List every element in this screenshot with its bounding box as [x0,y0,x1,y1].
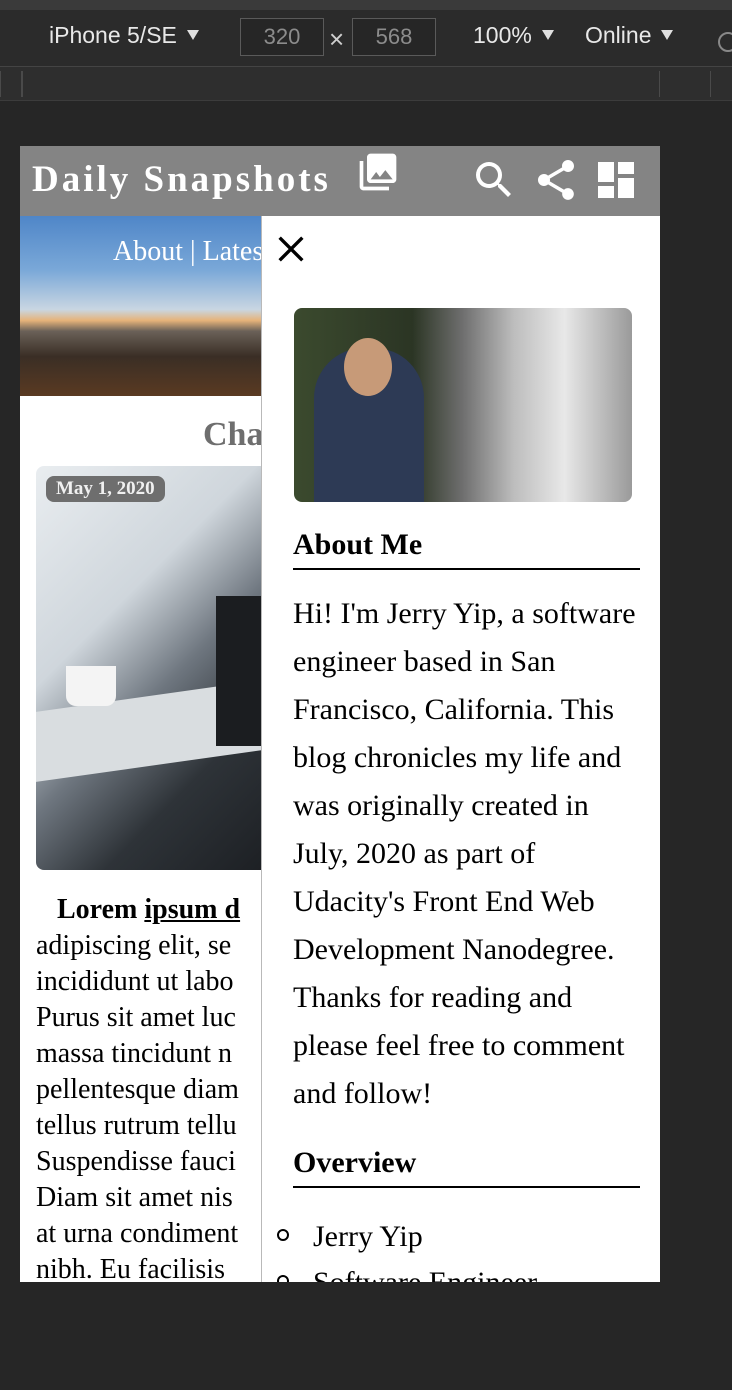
dashboard-icon[interactable] [592,156,640,204]
post-date-badge: May 1, 2020 [46,476,165,502]
chevron-down-icon [186,29,199,40]
bullet-icon [277,1229,289,1241]
about-line: July, 2020 as part of [293,837,536,870]
list-item: Jerry Yip [277,1214,537,1260]
about-line: and follow! [293,1077,433,1110]
height-input[interactable]: 568 [352,18,436,56]
image-detail [216,596,262,746]
post-title[interactable]: Cha [203,416,263,454]
chevron-down-icon [541,29,554,40]
about-line: Development Nanodegree. [293,933,615,966]
share-icon[interactable] [532,156,580,204]
about-line: blog chronicles my life and [293,741,622,774]
media-query-bar [0,67,732,101]
rotate-icon[interactable] [718,32,732,52]
overview-item-label: Jerry Yip [313,1220,423,1253]
post-lead-line: Lorem ipsum d [36,892,262,928]
about-line: Francisco, California. This [293,693,615,726]
post-body-line: tellus rutrum tellu [36,1110,237,1141]
about-line: Thanks for reading and [293,981,573,1014]
post-body-line: massa tincidunt n [36,1038,232,1069]
hero-nav-links[interactable]: About | Lates [113,236,263,268]
device-select[interactable]: iPhone 5/SE [49,22,199,49]
post-body-line: Diam sit amet nis [36,1182,233,1213]
zoom-select-label: 100% [473,22,532,48]
zoom-select[interactable]: 100% [473,22,554,49]
about-heading: About Me [293,528,640,570]
width-input[interactable]: 320 [240,18,324,56]
post-body-line: pellentesque diam [36,1074,239,1105]
media-query-segment[interactable] [710,71,732,97]
about-line: Udacity's Front End Web [293,885,595,918]
post-lead-link[interactable]: ipsum d [144,894,240,925]
about-line: Hi! I'm Jerry Yip, a software [293,597,636,630]
post-body-line: Suspendisse fauci [36,1146,236,1177]
dimension-separator: × [329,24,345,54]
window-top-strip [0,0,732,10]
chevron-down-icon [661,29,674,40]
post-body-line: Purus sit amet luc [36,1002,236,1033]
site-header: Daily Snapshots [20,146,660,216]
about-line: was originally created in [293,789,589,822]
media-query-segment[interactable] [22,71,660,97]
overview-list: Jerry Yip Software Engineer [277,1214,537,1282]
author-photo [294,308,632,502]
device-viewport: Daily Snapshots About | Lates Cha May 1,… [20,146,660,1282]
hero-banner: About | Lates [20,216,263,396]
network-select-label: Online [585,22,652,48]
close-icon[interactable] [274,232,308,266]
post-body-line: nibh. Eu facilisis [36,1254,225,1282]
overview-heading: Overview [293,1146,640,1188]
about-text: Hi! I'm Jerry Yip, a software engineer b… [293,590,660,1118]
site-title[interactable]: Daily Snapshots [32,158,331,201]
bullet-icon [277,1275,289,1282]
post-lead-bold: Lorem [57,894,138,925]
device-toolbar: iPhone 5/SE 320 × 568 100% Online [0,10,732,67]
post-body: Lorem ipsum d adipiscing elit, se incidi… [36,892,262,1282]
image-detail [66,666,116,706]
about-line: please feel free to comment [293,1029,625,1062]
media-query-segment[interactable] [0,71,22,97]
about-line: engineer based in San [293,645,556,678]
list-item: Software Engineer [277,1260,537,1282]
device-select-label: iPhone 5/SE [49,22,177,48]
about-drawer: About Me Hi! I'm Jerry Yip, a software e… [261,216,660,1282]
photo-detail [344,338,392,396]
post-body-line: adipiscing elit, se [36,930,232,961]
post-body-line: at urna condiment [36,1218,239,1249]
overview-item-label: Software Engineer [313,1266,537,1282]
post-body-line: incididunt ut labo [36,966,234,997]
photo-library-icon[interactable] [356,150,400,194]
post-image: May 1, 2020 [36,466,262,870]
search-icon[interactable] [470,156,518,204]
network-throttle-select[interactable]: Online [585,22,674,49]
